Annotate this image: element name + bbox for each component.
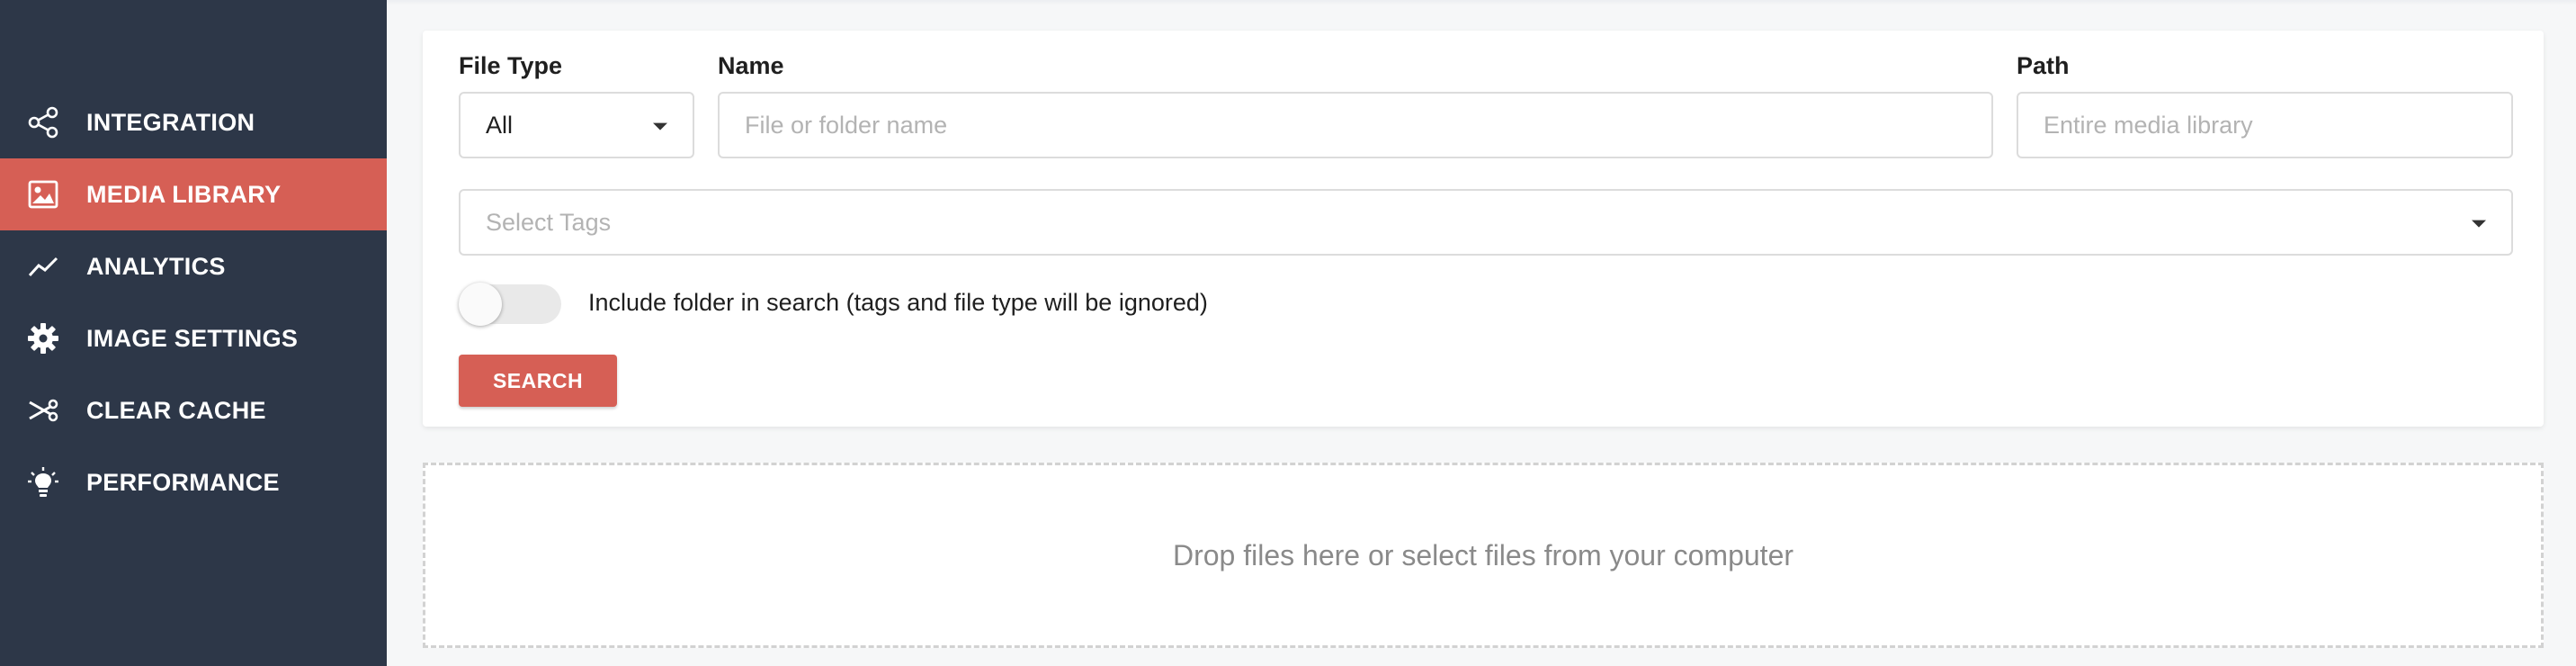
sidebar-item-label: MEDIA LIBRARY [86,180,282,208]
sidebar-item-integration[interactable]: INTEGRATION [0,86,387,158]
tags-placeholder: Select Tags [486,208,612,236]
search-panel: File Type All Name Path Select Tags Incl… [423,31,2544,427]
file-dropzone[interactable]: Drop files here or select files from you… [423,463,2544,648]
caret-down-icon [2472,220,2486,228]
image-icon [25,176,61,212]
sidebar-item-media-library[interactable]: MEDIA LIBRARY [0,158,387,230]
toggle-knob [459,283,502,326]
sidebar-item-label: PERFORMANCE [86,468,280,496]
name-field[interactable] [718,92,1993,158]
trend-line-icon [25,248,61,284]
include-folder-toggle[interactable] [459,283,561,326]
sidebar-item-performance[interactable]: PERFORMANCE [0,446,387,518]
scissors-icon [25,392,61,428]
sidebar: INTEGRATION MEDIA LIBRARY ANALYTICS IMAG… [0,0,387,666]
share-icon [25,104,61,140]
file-type-label: File Type [459,52,563,79]
gear-icon [25,320,61,356]
path-field[interactable] [2017,92,2513,158]
path-input[interactable] [2044,111,2511,140]
sidebar-item-label: CLEAR CACHE [86,396,266,424]
sidebar-item-label: INTEGRATION [86,108,255,136]
sidebar-item-label: ANALYTICS [86,252,226,280]
sidebar-item-image-settings[interactable]: IMAGE SETTINGS [0,302,387,374]
search-button[interactable]: SEARCH [459,355,617,407]
lightbulb-icon [25,464,61,500]
path-label: Path [2017,52,2070,79]
name-input[interactable] [745,111,1991,140]
file-type-select[interactable]: All [459,92,694,158]
dropzone-text: Drop files here or select files from you… [1172,538,1794,572]
file-type-value: All [486,111,514,139]
include-folder-label: Include folder in search (tags and file … [588,289,1208,316]
tags-select[interactable]: Select Tags [459,189,2513,256]
header-shadow [387,0,2576,5]
main-content: File Type All Name Path Select Tags Incl… [387,0,2576,666]
sidebar-item-clear-cache[interactable]: CLEAR CACHE [0,374,387,446]
sidebar-item-label: IMAGE SETTINGS [86,324,299,352]
name-label: Name [718,52,784,79]
sidebar-item-analytics[interactable]: ANALYTICS [0,230,387,302]
caret-down-icon [653,122,667,130]
